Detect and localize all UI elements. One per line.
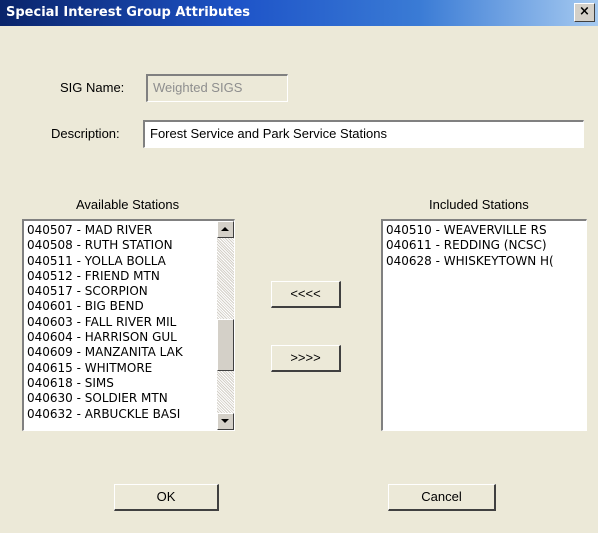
title-bar: Special Interest Group Attributes × bbox=[0, 0, 598, 26]
list-item[interactable]: 040603 - FALL RIVER MIL bbox=[27, 315, 216, 330]
list-item[interactable]: 040628 - WHISKEYTOWN H( bbox=[386, 254, 586, 269]
list-item[interactable]: 040604 - HARRISON GUL bbox=[27, 330, 216, 345]
list-item[interactable]: 040517 - SCORPION bbox=[27, 284, 216, 299]
list-item[interactable]: 040611 - REDDING (NCSC) bbox=[386, 238, 586, 253]
list-item[interactable]: 040508 - RUTH STATION bbox=[27, 238, 216, 253]
available-stations-label: Available Stations bbox=[76, 197, 180, 212]
list-item[interactable]: 040618 - SIMS bbox=[27, 376, 216, 391]
list-item[interactable]: 040632 - ARBUCKLE BASI bbox=[27, 407, 216, 422]
list-item[interactable]: 040609 - MANZANITA LAK bbox=[27, 345, 216, 360]
list-item[interactable]: 040512 - FRIEND MTN bbox=[27, 269, 216, 284]
scroll-thumb[interactable] bbox=[217, 319, 234, 371]
sig-name-field: Weighted SIGS bbox=[146, 74, 288, 102]
window-title: Special Interest Group Attributes bbox=[6, 5, 251, 20]
list-item[interactable]: 040511 - YOLLA BOLLA bbox=[27, 254, 216, 269]
description-label: Description: bbox=[51, 126, 120, 141]
scroll-down-button[interactable] bbox=[217, 413, 234, 430]
move-right-button[interactable]: >>>> bbox=[271, 345, 341, 372]
scroll-down-arrow-icon bbox=[221, 419, 229, 423]
included-stations-label: Included Stations bbox=[429, 197, 529, 212]
list-item[interactable]: 040507 - MAD RIVER bbox=[27, 223, 216, 238]
included-stations-list[interactable]: 040510 - WEAVERVILLE RS 040611 - REDDING… bbox=[381, 219, 587, 431]
available-list-scrollbar[interactable] bbox=[217, 221, 234, 430]
scroll-up-button[interactable] bbox=[217, 221, 234, 238]
cancel-button[interactable]: Cancel bbox=[388, 484, 496, 511]
available-stations-list[interactable]: 040507 - MAD RIVER 040508 - RUTH STATION… bbox=[22, 219, 235, 431]
list-item[interactable]: 040615 - WHITMORE bbox=[27, 361, 216, 376]
move-left-button[interactable]: <<<< bbox=[271, 281, 341, 308]
sig-name-label: SIG Name: bbox=[60, 80, 125, 95]
list-item[interactable]: 040601 - BIG BEND bbox=[27, 299, 216, 314]
description-field[interactable]: Forest Service and Park Service Stations bbox=[143, 120, 584, 148]
ok-button[interactable]: OK bbox=[114, 484, 219, 511]
list-item[interactable]: 040510 - WEAVERVILLE RS bbox=[386, 223, 586, 238]
close-icon: × bbox=[579, 4, 590, 19]
list-item[interactable]: 040630 - SOLDIER MTN bbox=[27, 391, 216, 406]
close-button[interactable]: × bbox=[574, 3, 595, 22]
scroll-up-arrow-icon bbox=[221, 227, 229, 231]
